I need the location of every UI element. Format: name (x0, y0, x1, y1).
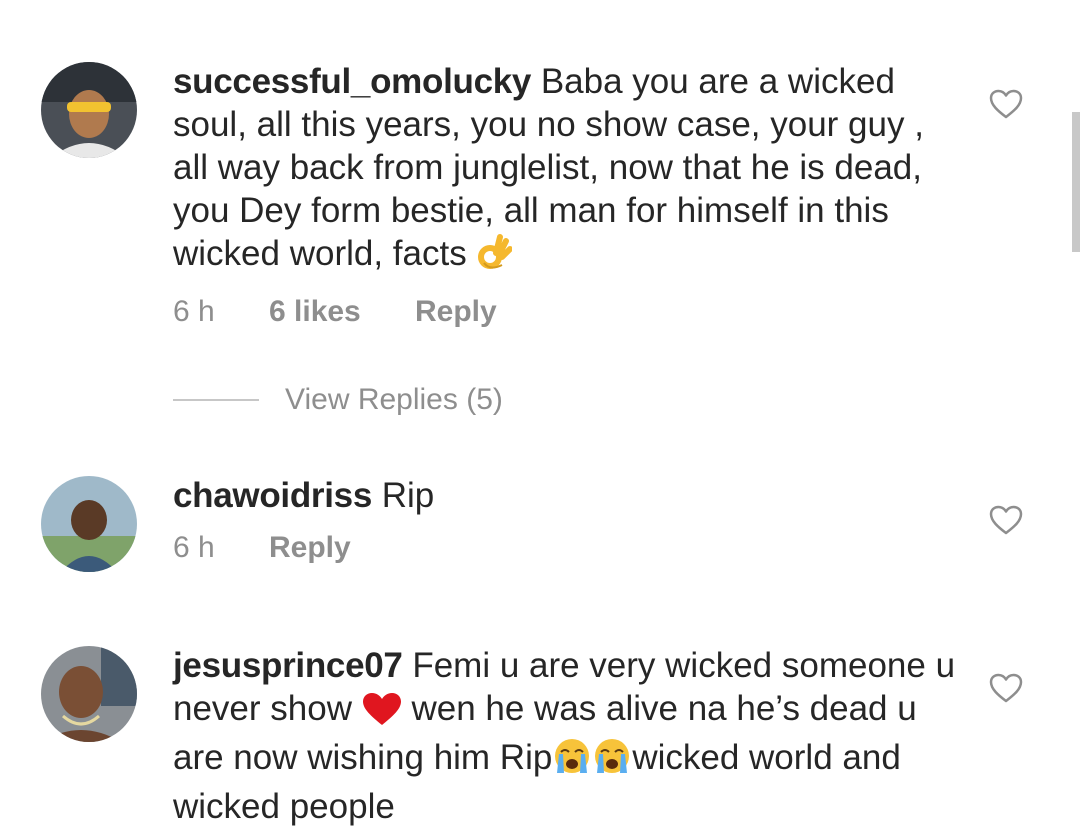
comment-username[interactable]: chawoidriss (173, 476, 372, 515)
reply-button[interactable]: Reply (269, 531, 351, 565)
likes-link[interactable]: 6 likes (269, 295, 415, 329)
view-replies-label: View Replies (5) (285, 383, 503, 416)
like-heart-icon[interactable] (988, 88, 1024, 120)
divider-line (173, 399, 259, 401)
like-heart-icon[interactable] (988, 504, 1024, 536)
crying-face-emoji-icon (592, 737, 632, 785)
comment-username[interactable]: successful_omolucky (173, 62, 531, 101)
comment-text: chawoidriss Rip (173, 474, 963, 517)
comment-time: 6 h (173, 531, 215, 564)
avatar[interactable] (41, 62, 137, 158)
comment-body: Rip (381, 476, 435, 515)
avatar-image (41, 62, 137, 158)
avatar[interactable] (41, 646, 137, 742)
like-heart-icon[interactable] (988, 672, 1024, 704)
comment-text: jesusprince07 Femi u are very wicked som… (173, 644, 963, 828)
red-heart-emoji-icon (362, 692, 402, 736)
avatar-image (41, 646, 137, 742)
comment-text: successful_omolucky Baba you are a wicke… (173, 60, 963, 281)
view-replies-button[interactable]: View Replies (5) (173, 380, 503, 420)
crying-face-emoji-icon (552, 737, 592, 785)
scrollbar[interactable] (1072, 112, 1080, 252)
avatar[interactable] (41, 476, 137, 572)
ok-hand-emoji-icon (476, 233, 514, 281)
comment-time: 6 h (173, 295, 215, 328)
comment-meta: 6 h 6 likes Reply (173, 295, 963, 329)
reply-button[interactable]: Reply (415, 295, 497, 329)
comment-username[interactable]: jesusprince07 (173, 646, 403, 685)
comment-meta: 6 h Reply (173, 531, 963, 565)
avatar-image (41, 476, 137, 572)
